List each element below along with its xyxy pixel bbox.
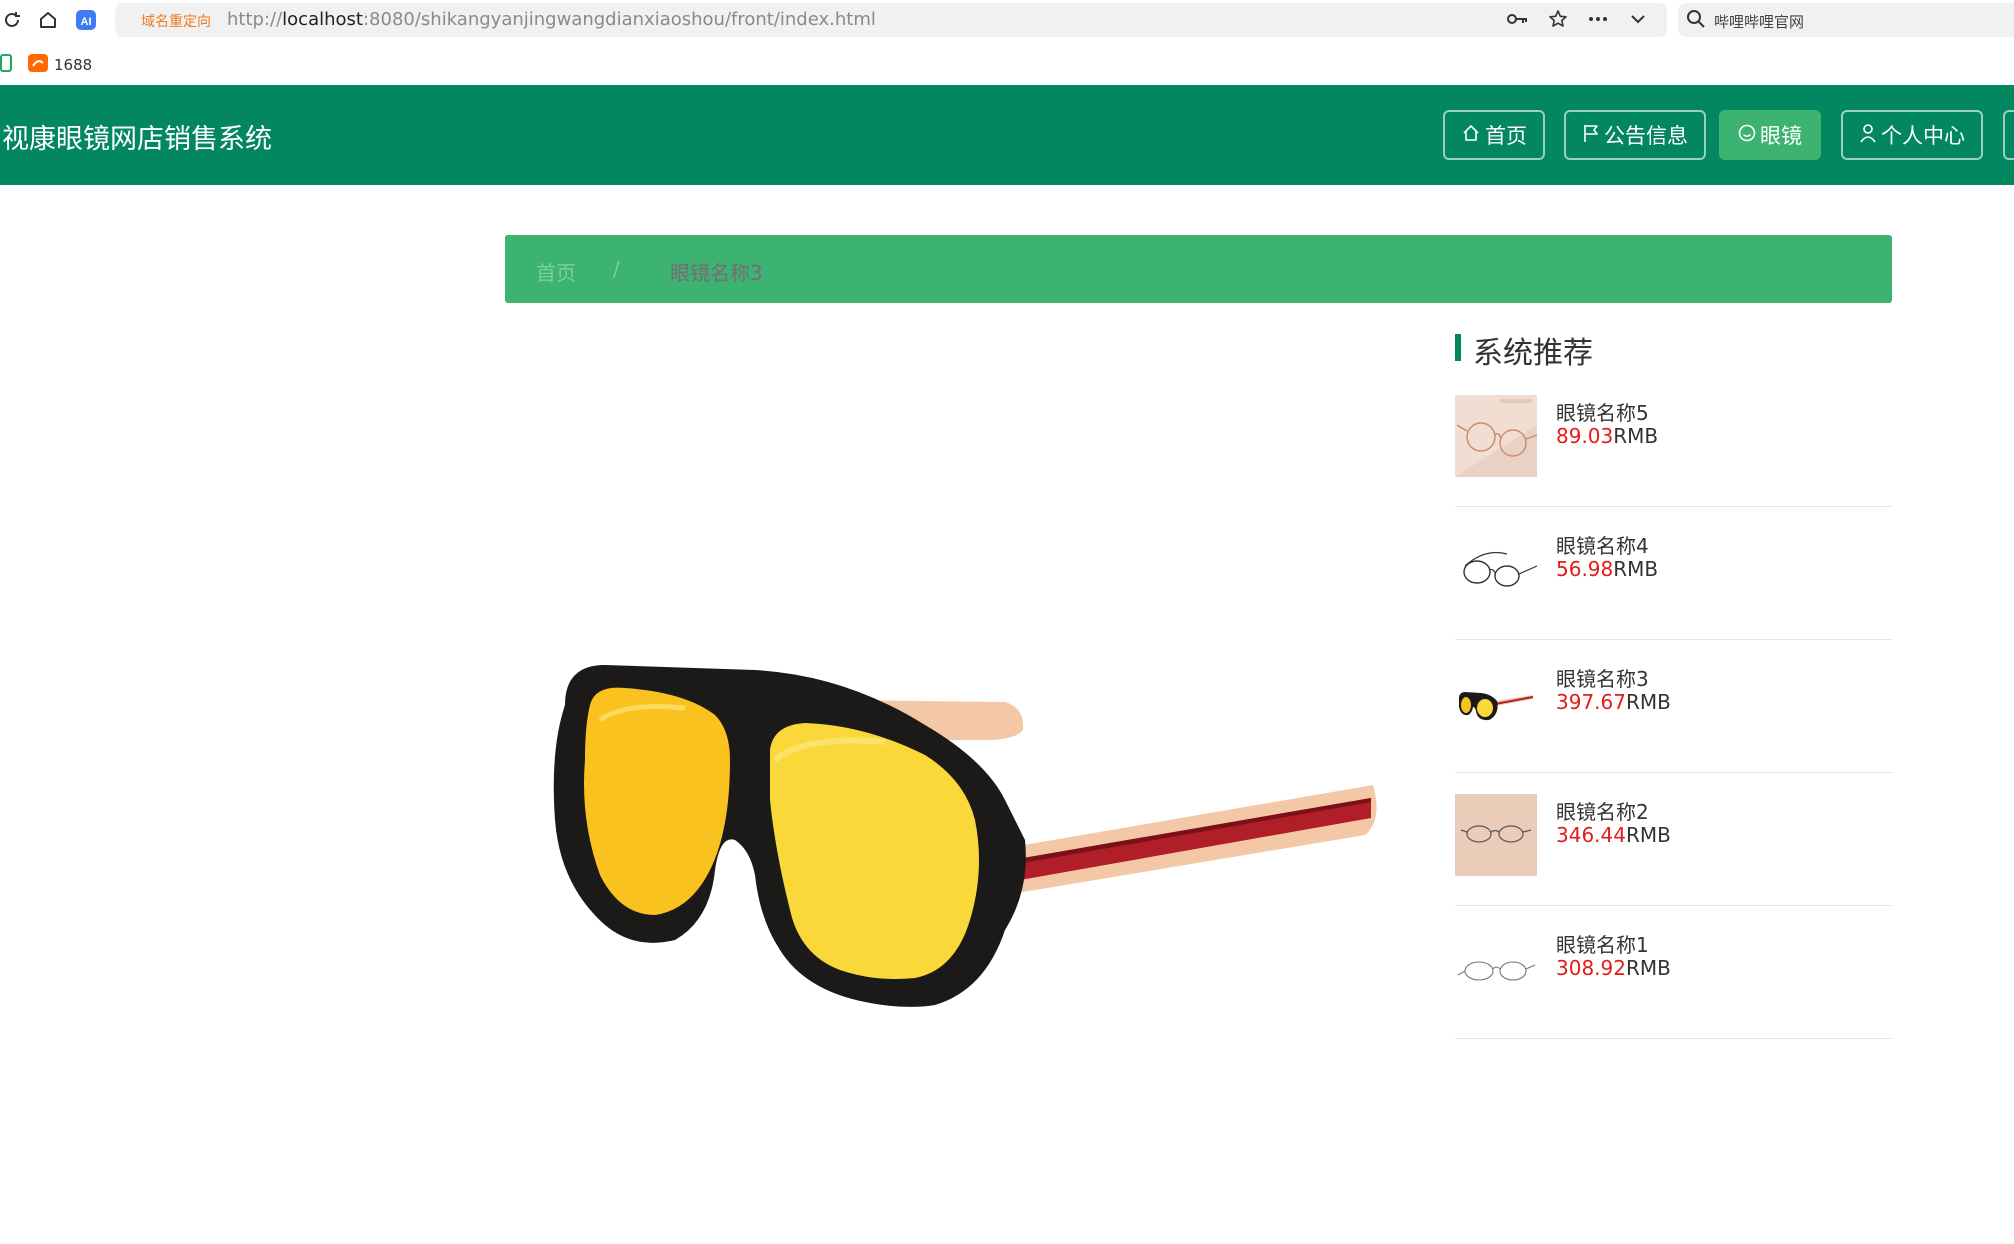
breadcrumb-home[interactable]: 首页 xyxy=(536,257,576,286)
recommend-unit: RMB xyxy=(1613,557,1659,581)
recommend-price-line: 308.92RMB xyxy=(1556,956,1671,980)
nav-user-center-label: 个人中心 xyxy=(1881,124,1965,148)
nav-home-label: 首页 xyxy=(1485,124,1527,148)
svg-text:AI: AI xyxy=(81,16,92,28)
redirect-tag: 域名重定向 xyxy=(141,14,211,30)
recommend-name[interactable]: 眼镜名称5 xyxy=(1556,397,1649,426)
site-title: 视康眼镜网店销售系统 xyxy=(2,124,272,155)
recommend-price-line: 397.67RMB xyxy=(1556,690,1671,714)
recommend-unit: RMB xyxy=(1625,956,1671,980)
user-icon xyxy=(1859,123,1877,148)
nav-home[interactable]: 首页 xyxy=(1443,110,1545,160)
recommend-thumb[interactable] xyxy=(1455,661,1537,743)
nav-glasses-label: 眼镜 xyxy=(1760,124,1802,148)
recommend-price-line: 346.44RMB xyxy=(1556,823,1671,847)
flag-icon xyxy=(1582,123,1600,148)
product-image xyxy=(505,330,1405,1110)
recommend-thumb[interactable] xyxy=(1455,528,1537,610)
recommend-price: 56.98 xyxy=(1556,557,1614,581)
recommend-price: 346.44 xyxy=(1556,823,1626,847)
recommend-price-line: 56.98RMB xyxy=(1556,557,1658,581)
recommend-price-line: 89.03RMB xyxy=(1556,424,1658,448)
tablet-icon xyxy=(0,54,12,76)
bookmark-1688[interactable]: 1688 xyxy=(28,54,92,76)
bookmarks-bar: 1688 xyxy=(0,46,2014,80)
star-icon[interactable] xyxy=(1547,8,1569,30)
nav-more[interactable] xyxy=(2003,110,2014,160)
search-text: 哔哩哔哩官网 xyxy=(1714,13,1805,31)
smile-icon xyxy=(1738,123,1756,147)
nav-glasses[interactable]: 眼镜 xyxy=(1719,110,1821,160)
recommend-unit: RMB xyxy=(1613,424,1659,448)
bookmark-1688-label: 1688 xyxy=(54,56,93,74)
chevron-down-icon[interactable] xyxy=(1627,8,1649,30)
recommend-thumb[interactable] xyxy=(1455,794,1537,876)
bookmark-1688-icon xyxy=(28,54,48,76)
nav-user-center[interactable]: 个人中心 xyxy=(1841,110,1983,160)
recommend-name[interactable]: 眼镜名称3 xyxy=(1556,663,1649,692)
address-bar[interactable]: 域名重定向 http://localhost:8080/shikangyanji… xyxy=(115,3,1667,37)
browser-search-box[interactable]: 哔哩哔哩官网 xyxy=(1678,3,2014,37)
recommend-name[interactable]: 眼镜名称1 xyxy=(1556,929,1649,958)
url-text: http://localhost:8080/shikangyanjingwang… xyxy=(227,9,876,30)
breadcrumb-separator: / xyxy=(613,257,620,281)
recommend-name[interactable]: 眼镜名称2 xyxy=(1556,796,1649,825)
search-icon xyxy=(1686,9,1706,33)
recommend-unit: RMB xyxy=(1625,690,1671,714)
recommend-title: 系统推荐 xyxy=(1473,336,1593,371)
nav-notice[interactable]: 公告信息 xyxy=(1564,110,1706,160)
recommend-item[interactable]: 眼镜名称3 397.67RMB xyxy=(1455,641,1892,773)
recommend-item[interactable]: 眼镜名称1 308.92RMB xyxy=(1455,907,1892,1039)
recommend-price: 89.03 xyxy=(1556,424,1614,448)
recommend-price: 308.92 xyxy=(1556,956,1626,980)
recommend-title-bar xyxy=(1455,334,1461,361)
recommend-price: 397.67 xyxy=(1556,690,1626,714)
browser-toolbar: AI 域名重定向 http://localhost:8080/shikangya… xyxy=(0,0,2014,40)
ai-icon[interactable]: AI xyxy=(74,8,98,32)
breadcrumb: 首页 / 眼镜名称3 xyxy=(505,235,1892,303)
recommend-item[interactable]: 眼镜名称2 346.44RMB xyxy=(1455,774,1892,906)
bookmark-tablet[interactable] xyxy=(0,54,12,76)
recommend-item[interactable]: 眼镜名称5 89.03RMB xyxy=(1455,375,1892,507)
recommend-thumb[interactable] xyxy=(1455,395,1537,477)
recommend-thumb[interactable] xyxy=(1455,927,1537,1009)
breadcrumb-current: 眼镜名称3 xyxy=(670,261,763,285)
reload-icon[interactable] xyxy=(0,8,24,32)
site-header: 视康眼镜网店销售系统 首页 公告信息 眼镜 个人中心 xyxy=(0,85,2014,185)
nav-notice-label: 公告信息 xyxy=(1604,124,1688,148)
home-icon xyxy=(1461,123,1481,148)
home-browser-icon[interactable] xyxy=(36,8,60,32)
recommend-name[interactable]: 眼镜名称4 xyxy=(1556,530,1649,559)
recommend-unit: RMB xyxy=(1625,823,1671,847)
more-icon[interactable] xyxy=(1587,8,1609,30)
key-icon[interactable] xyxy=(1507,8,1529,30)
recommend-item[interactable]: 眼镜名称4 56.98RMB xyxy=(1455,508,1892,640)
